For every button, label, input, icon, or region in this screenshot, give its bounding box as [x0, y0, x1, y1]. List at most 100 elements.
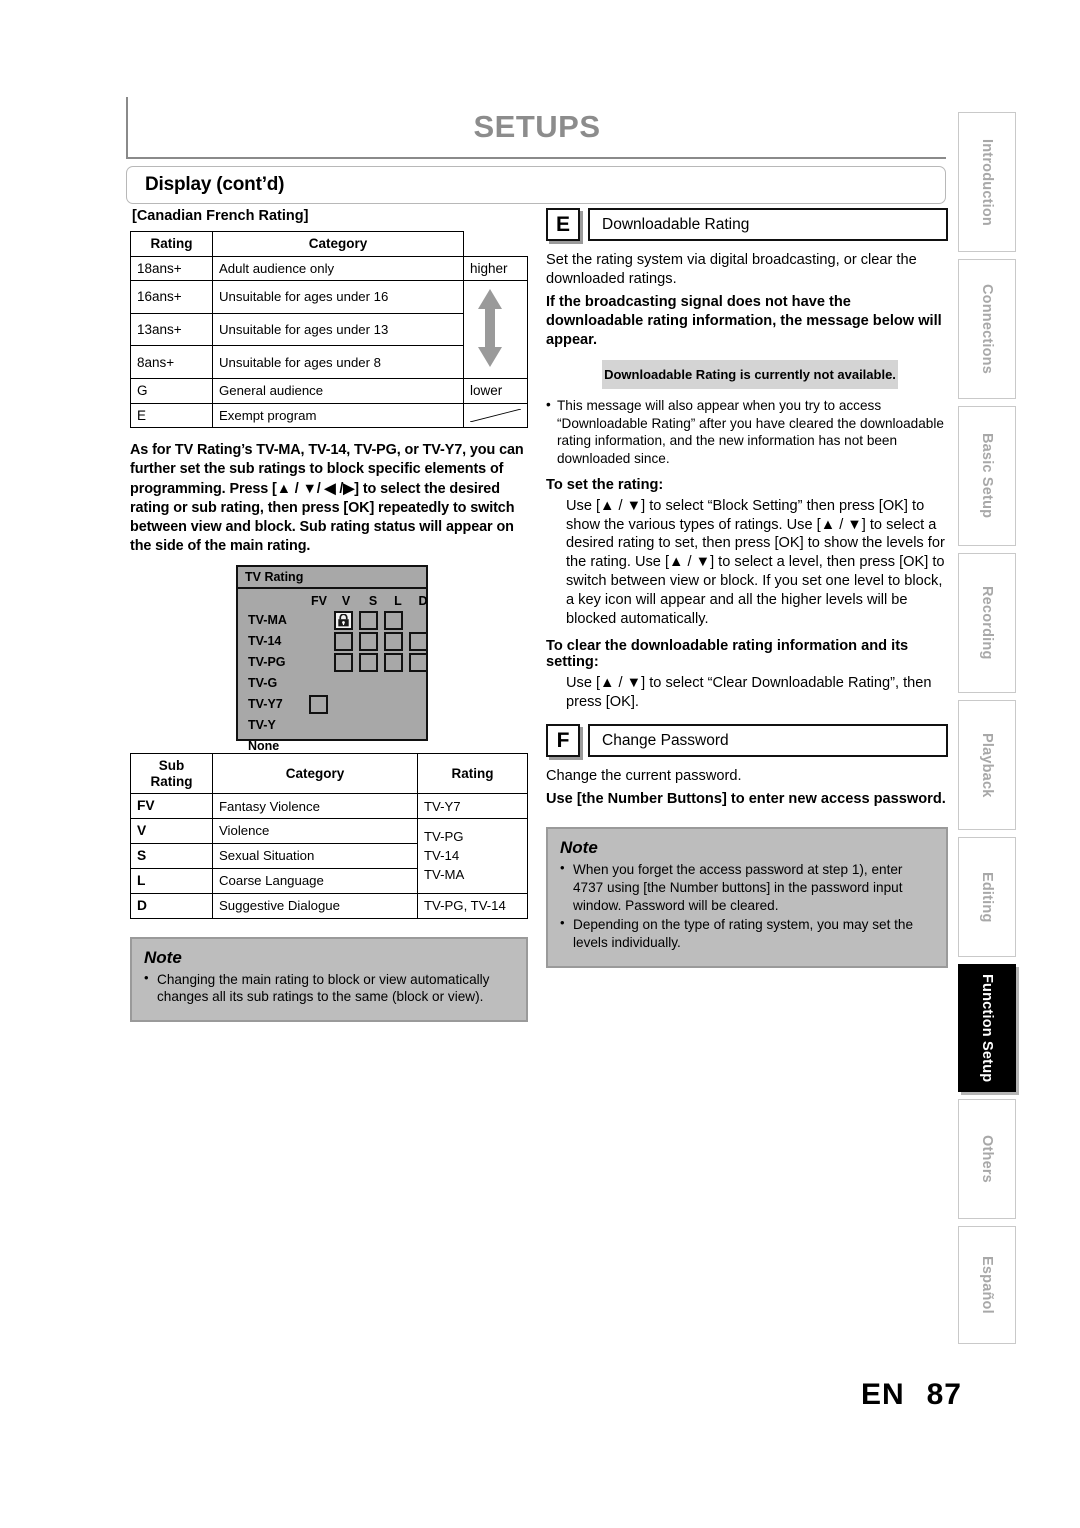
page-header-band: SETUPS	[126, 97, 946, 159]
sidebar-tab-editing[interactable]: Editing	[958, 837, 1016, 957]
sub-rating-instructions: As for TV Rating’s TV-MA, TV-14, TV-PG, …	[130, 442, 524, 555]
category-cell: Exempt program	[212, 402, 464, 429]
rating-cell: 13ans+	[130, 312, 213, 347]
sidebar-tab-basic-setup[interactable]: Basic Setup	[958, 406, 1016, 546]
to-clear-rating-body: Use [▲ / ▼] to select “Clear Downloadabl…	[566, 675, 932, 711]
osd-row-tv-y: TV-Y	[248, 718, 276, 733]
sub-rating-cell: FV	[130, 793, 213, 820]
osd-row-tv-g: TV-G	[248, 676, 278, 691]
bullet-item: This message will also appear when you t…	[546, 396, 948, 468]
sub-rating-cell: D	[130, 892, 213, 919]
tab-label: Español	[979, 1256, 995, 1314]
sidebar-tab-introduction[interactable]: Introduction	[958, 112, 1016, 252]
note-item: Depending on the type of rating system, …	[560, 915, 934, 951]
category-cell: Suggestive Dialogue	[212, 892, 418, 919]
osd-col-l: L	[394, 594, 402, 609]
left-column: [Canadian French Rating] Rating Category…	[126, 208, 536, 1022]
osd-checkbox[interactable]	[384, 611, 403, 631]
diagonal-slash-icon	[463, 402, 528, 429]
osd-row-none: None	[248, 739, 280, 754]
sub-rating-cell: L	[130, 867, 213, 894]
right-column: E Downloadable Rating Set the rating sys…	[546, 208, 948, 968]
canadian-french-rating-table: Rating Category 18ans+ Adult audience on…	[130, 231, 528, 429]
osd-col-d: D	[418, 594, 428, 609]
tab-label: Playback	[979, 732, 995, 798]
canadian-french-rating-heading: [Canadian French Rating]	[132, 208, 309, 224]
note-item: Changing the main rating to block or vie…	[144, 969, 514, 1006]
table-row: 16ans+ Unsuitable for ages under 16	[130, 280, 528, 380]
tab-label: Connections	[979, 283, 995, 374]
osd-checkbox[interactable]	[384, 653, 403, 673]
osd-col-fv: FV	[311, 594, 327, 609]
table-row: D Suggestive Dialogue TV-PG, TV-14	[130, 892, 528, 919]
note-list: Changing the main rating to block or vie…	[144, 969, 514, 1006]
arrow-label-higher: higher	[463, 255, 528, 282]
rating-cell: 18ans+	[130, 255, 213, 282]
sub-rating-cell: S	[130, 842, 213, 869]
osd-grid: FV V S L D TV-MA TV-14 TV-PG TV-G TV-Y7 …	[238, 589, 428, 753]
osd-row-tv-pg: TV-PG	[248, 655, 286, 670]
category-cell: Unsuitable for ages under 13	[212, 312, 464, 347]
section-label-downloadable-rating: Downloadable Rating	[588, 208, 948, 241]
sidebar-tab-function-setup[interactable]: Function Setup	[958, 964, 1016, 1092]
section-subtitle: Display (cont’d)	[145, 174, 285, 195]
table-row: V Violence TV-PG TV-14 TV-MA	[130, 818, 528, 894]
sidebar-tab-playback[interactable]: Playback	[958, 700, 1016, 830]
note-title: Note	[560, 838, 598, 858]
section-e-intro: Set the rating system via digital broadc…	[546, 252, 917, 287]
merged-rating-cell: TV-PG TV-14 TV-MA	[417, 818, 528, 894]
to-set-rating-heading: To set the rating:	[546, 476, 664, 493]
tab-label: Others	[979, 1135, 995, 1183]
section-letter-f: F	[546, 724, 580, 758]
table-row: G General audience lower	[130, 378, 528, 404]
lock-icon[interactable]	[334, 611, 353, 631]
osd-checkbox[interactable]	[359, 632, 378, 652]
sidebar-tab-others[interactable]: Others	[958, 1099, 1016, 1219]
osd-checkbox[interactable]	[309, 695, 328, 715]
note-box-left: Note Changing the main rating to block o…	[130, 936, 528, 1022]
sub-rating-cell: V	[130, 818, 213, 844]
column-header-rating: Rating	[130, 231, 213, 257]
rating-cell: 16ans+	[130, 280, 213, 314]
osd-checkbox[interactable]	[334, 653, 353, 673]
section-e-bullets: This message will also appear when you t…	[546, 396, 948, 468]
rating-cell: TV-Y7	[417, 793, 528, 820]
osd-checkbox[interactable]	[409, 632, 428, 652]
osd-checkbox[interactable]	[359, 611, 378, 631]
category-cell: Adult audience only	[212, 255, 464, 282]
column-header-sub-rating: Sub Rating	[130, 753, 213, 795]
category-cell: Unsuitable for ages under 16	[212, 280, 464, 314]
rating-cell: TV-PG, TV-14	[417, 892, 528, 919]
sidebar-tab-espanol[interactable]: Español	[958, 1226, 1016, 1344]
sub-rating-table: Sub Rating Category Rating FV Fantasy Vi…	[130, 753, 528, 919]
section-e-bold-intro: If the broadcasting signal does not have…	[546, 293, 942, 348]
osd-checkbox[interactable]	[359, 653, 378, 673]
category-cell: Unsuitable for ages under 8	[212, 345, 464, 380]
to-set-rating-body: Use [▲ / ▼] to select “Block Setting” th…	[566, 497, 945, 628]
column-header-category: Category	[212, 231, 464, 257]
tab-label: Recording	[979, 586, 995, 660]
tab-label: Introduction	[979, 138, 995, 226]
note-list: When you forget the access password at s…	[560, 860, 934, 951]
column-header-spacer	[463, 231, 528, 257]
merged-rating-line: TV-PG	[424, 829, 464, 845]
sidebar-tab-connections[interactable]: Connections	[958, 259, 1016, 399]
osd-checkbox[interactable]	[409, 653, 428, 673]
to-clear-rating-heading: To clear the downloadable rating informa…	[546, 638, 909, 671]
rating-cell: E	[130, 402, 213, 429]
osd-checkbox[interactable]	[384, 632, 403, 652]
footer-page-number: 87	[926, 1378, 962, 1411]
table-header-row: Rating Category	[130, 231, 528, 257]
section-subtitle-box: Display (cont’d)	[126, 166, 946, 204]
side-tab-navigation: Introduction Connections Basic Setup Rec…	[958, 112, 1016, 1351]
osd-checkbox[interactable]	[334, 632, 353, 652]
page-footer: EN 87	[861, 1378, 962, 1412]
column-header-rating: Rating	[417, 753, 528, 795]
note-box-right: Note When you forget the access password…	[546, 827, 948, 968]
sidebar-tab-recording[interactable]: Recording	[958, 553, 1016, 693]
rating-cell: 8ans+	[130, 345, 213, 380]
note-item: When you forget the access password at s…	[560, 860, 934, 914]
table-row: 18ans+ Adult audience only higher	[130, 255, 528, 282]
arrow-label-lower: lower	[463, 378, 528, 404]
category-cell: Coarse Language	[212, 867, 418, 894]
